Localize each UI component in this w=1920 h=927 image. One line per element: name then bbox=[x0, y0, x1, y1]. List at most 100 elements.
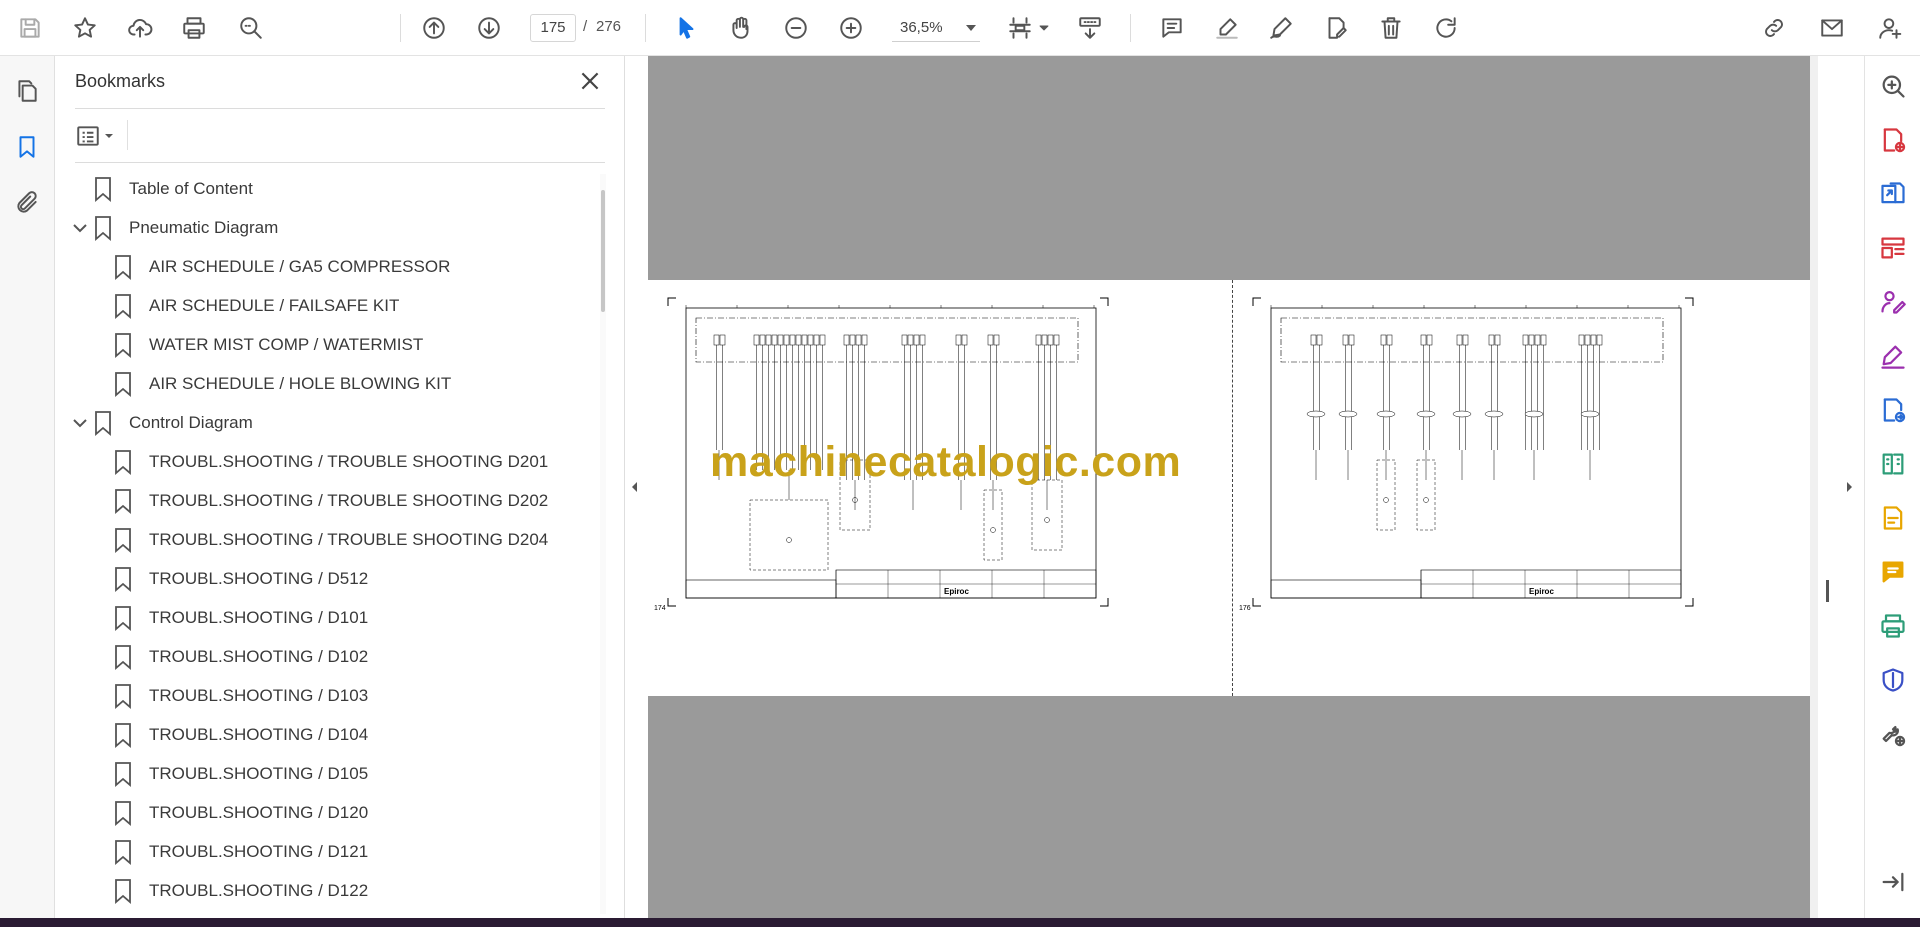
bookmark-item[interactable]: TROUBL.SHOOTING / D102 bbox=[113, 639, 368, 675]
export-pdf-tool[interactable] bbox=[1875, 176, 1911, 212]
bookmark-options-button[interactable] bbox=[75, 118, 125, 154]
connector-pin bbox=[807, 334, 814, 346]
collapse-right-panel-button[interactable] bbox=[1844, 478, 1856, 496]
fill-sign-button[interactable] bbox=[1318, 10, 1354, 46]
component-symbol bbox=[990, 527, 996, 533]
page-thumbnails-icon bbox=[18, 80, 37, 102]
scroll-mode-button[interactable] bbox=[1072, 10, 1108, 46]
bookmark-item-top-level[interactable]: Table of Content bbox=[93, 171, 253, 207]
share-link-button[interactable] bbox=[1756, 10, 1792, 46]
bookmark-item[interactable]: TROUBL.SHOOTING / D105 bbox=[113, 756, 368, 792]
chevron-down-icon[interactable] bbox=[71, 414, 89, 432]
bookmark-icon bbox=[113, 293, 133, 319]
attachments-button[interactable] bbox=[10, 186, 44, 220]
pdf-page-left: Epiroc 174 bbox=[648, 280, 1232, 696]
export-convert-icon bbox=[1883, 398, 1906, 423]
bookmark-item[interactable]: TROUBL.SHOOTING / D121 bbox=[113, 834, 368, 870]
protect-tool[interactable] bbox=[1875, 662, 1911, 698]
zoom-out-icon bbox=[785, 17, 807, 39]
account-button[interactable] bbox=[1872, 10, 1908, 46]
chevron-down-icon[interactable] bbox=[71, 219, 89, 237]
organize-pages-tool[interactable] bbox=[1875, 230, 1911, 266]
highlight-icon bbox=[1216, 18, 1238, 39]
wire-label-tag bbox=[1306, 410, 1326, 418]
print-production-icon bbox=[1881, 614, 1905, 638]
create-pdf-tool[interactable] bbox=[1875, 122, 1911, 158]
zoom-page-button[interactable] bbox=[1875, 68, 1911, 104]
print-icon bbox=[183, 17, 205, 39]
connector-pin bbox=[1456, 334, 1463, 346]
highlight-button[interactable] bbox=[1209, 10, 1245, 46]
save-button[interactable] bbox=[12, 10, 48, 46]
document-scrollbar[interactable] bbox=[1810, 56, 1818, 918]
bookmark-item[interactable]: AIR SCHEDULE / GA5 COMPRESSOR bbox=[113, 249, 450, 285]
find-button[interactable] bbox=[233, 10, 269, 46]
bookmark-item[interactable]: TROUBL.SHOOTING / D120 bbox=[113, 795, 368, 831]
connector-pin bbox=[1380, 334, 1387, 346]
expand-panel-icon bbox=[1882, 872, 1904, 892]
bookmarks-panel-button[interactable] bbox=[10, 130, 44, 164]
drawing-frame bbox=[1270, 307, 1682, 599]
close-panel-button[interactable] bbox=[577, 68, 603, 94]
zoom-search-icon bbox=[240, 17, 262, 39]
bookmark-item[interactable]: TROUBL.SHOOTING / D122 bbox=[113, 873, 368, 909]
page-number-input[interactable]: 175 bbox=[530, 14, 576, 42]
zoom-level-select[interactable]: 36,5% bbox=[892, 14, 980, 42]
bookmark-label: TROUBL.SHOOTING / D122 bbox=[149, 881, 369, 900]
fill-sign-tool[interactable] bbox=[1875, 338, 1911, 374]
email-button[interactable] bbox=[1814, 10, 1850, 46]
print-button[interactable] bbox=[176, 10, 212, 46]
zoom-out-button[interactable] bbox=[778, 10, 814, 46]
edit-pdf-tool[interactable] bbox=[1875, 500, 1911, 536]
expand-panel-button[interactable] bbox=[1875, 864, 1911, 900]
bookmark-scrollbar-thumb[interactable] bbox=[601, 190, 605, 312]
compare-files-tool[interactable] bbox=[1875, 446, 1911, 482]
bookmark-item[interactable]: AIR SCHEDULE / HOLE BLOWING KIT bbox=[113, 366, 451, 402]
connector-pin bbox=[1041, 334, 1048, 346]
attachments-icon bbox=[17, 191, 37, 213]
main-toolbar: 175 / 276 36,5% bbox=[0, 0, 1920, 56]
crop-mark bbox=[667, 297, 676, 306]
bookmark-item[interactable]: TROUBL.SHOOTING / TROUBLE SHOOTING D201 bbox=[113, 444, 548, 480]
component-symbol bbox=[786, 537, 792, 543]
bookmark-item[interactable]: TROUBL.SHOOTING / D104 bbox=[113, 717, 368, 753]
print-production-tool[interactable] bbox=[1875, 608, 1911, 644]
bookmarks-icon bbox=[19, 136, 35, 158]
collapse-left-panel-button[interactable] bbox=[628, 478, 640, 496]
rotate-button[interactable] bbox=[1428, 10, 1464, 46]
bookmark-item-top-level[interactable]: Control Diagram bbox=[93, 405, 253, 441]
select-tool-button[interactable] bbox=[668, 10, 704, 46]
comment-button[interactable] bbox=[1154, 10, 1190, 46]
document-viewport[interactable]: Epiroc 174 Epiroc 176 machinecatalogic.com bbox=[648, 56, 1818, 918]
page-fit-dropdown[interactable] bbox=[1036, 10, 1052, 46]
hand-tool-button[interactable] bbox=[723, 10, 759, 46]
panel-resize-handle[interactable] bbox=[1826, 580, 1829, 602]
export-convert-tool[interactable] bbox=[1875, 392, 1911, 428]
component-symbol bbox=[1423, 497, 1429, 503]
share-link-icon bbox=[1765, 19, 1783, 37]
brand-logo-text: Epiroc bbox=[944, 587, 969, 596]
bookmark-star-button[interactable] bbox=[67, 10, 103, 46]
bookmark-item[interactable]: AIR SCHEDULE / FAILSAFE KIT bbox=[113, 288, 399, 324]
bookmark-item[interactable]: WATER MIST COMP / WATERMIST bbox=[113, 327, 423, 363]
upload-button[interactable] bbox=[122, 10, 158, 46]
next-page-button[interactable] bbox=[471, 10, 507, 46]
previous-page-button[interactable] bbox=[416, 10, 452, 46]
zoom-in-button[interactable] bbox=[833, 10, 869, 46]
bookmark-item[interactable]: TROUBL.SHOOTING / D101 bbox=[113, 600, 368, 636]
comment-tool[interactable] bbox=[1875, 554, 1911, 590]
bookmark-item[interactable]: TROUBL.SHOOTING / D512 bbox=[113, 561, 368, 597]
page-fit-button[interactable] bbox=[1002, 10, 1038, 46]
bookmark-tree: Table of Content Pneumatic Diagram AIR SCH… bbox=[55, 169, 595, 918]
bookmark-item[interactable]: TROUBL.SHOOTING / TROUBLE SHOOTING D204 bbox=[113, 522, 548, 558]
wiring-diagram-left: Epiroc 174 bbox=[654, 297, 1109, 612]
bookmark-item-top-level[interactable]: Pneumatic Diagram bbox=[93, 210, 278, 246]
more-tools-button[interactable] bbox=[1875, 716, 1911, 752]
draw-button[interactable] bbox=[1263, 10, 1299, 46]
delete-button[interactable] bbox=[1373, 10, 1409, 46]
page-thumbnails-button[interactable] bbox=[10, 74, 44, 108]
bookmark-item[interactable]: TROUBL.SHOOTING / D103 bbox=[113, 678, 368, 714]
request-signature-tool[interactable] bbox=[1875, 284, 1911, 320]
bookmark-item[interactable]: TROUBL.SHOOTING / TROUBLE SHOOTING D202 bbox=[113, 483, 548, 519]
bookmark-icon bbox=[93, 410, 113, 436]
